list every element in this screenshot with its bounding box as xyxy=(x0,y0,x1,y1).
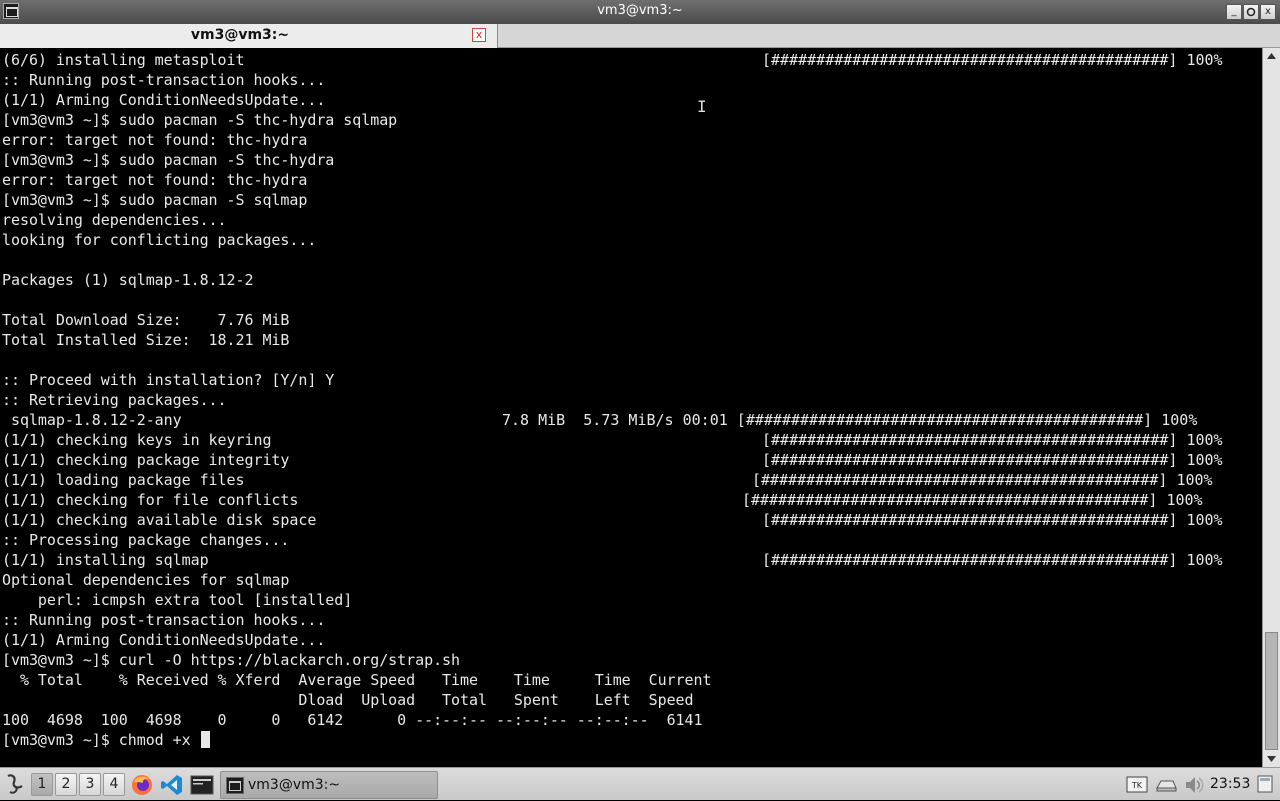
terminal-cursor xyxy=(200,731,210,748)
terminal-line: (1/1) Arming ConditionNeedsUpdate... xyxy=(2,91,326,109)
terminal-line: :: Retrieving packages... xyxy=(2,391,227,409)
terminal-line: (1/1) Arming ConditionNeedsUpdate... xyxy=(2,631,326,649)
terminal-line: Total Installed Size: 18.21 MiB xyxy=(2,331,290,349)
terminal-line: error: target not found: thc-hydra xyxy=(2,171,308,189)
terminal-icon xyxy=(190,775,214,795)
terminal-line: 100 4698 100 4698 0 0 6142 0 --:--:-- --… xyxy=(2,711,703,729)
terminal-line: :: Processing package changes... xyxy=(2,531,290,549)
scroll-up-arrow-icon[interactable] xyxy=(1265,50,1278,62)
terminal-line: Packages (1) sqlmap-1.8.12-2 xyxy=(2,271,254,289)
terminal-line: [vm3@vm3 ~]$ sudo pacman -S sqlmap xyxy=(2,191,308,209)
terminal-line: [vm3@vm3 ~]$ curl -O https://blackarch.o… xyxy=(2,651,461,669)
terminal-launcher[interactable] xyxy=(190,773,214,797)
tab-bar: vm3@vm3:~ x xyxy=(0,24,1280,48)
mouse-ibeam-icon: I xyxy=(697,97,707,116)
tab-label: vm3@vm3:~ xyxy=(190,27,290,43)
terminal-line: (1/1) installing sqlmap xyxy=(2,551,209,569)
terminal-line: (1/1) checking available disk space xyxy=(2,511,317,529)
task-label: vm3@vm3:~ xyxy=(248,777,341,793)
terminal-line: :: Running post-transaction hooks... xyxy=(2,71,326,89)
terminal-line: resolving dependencies... xyxy=(2,211,227,229)
prompt-command-text: [vm3@vm3 ~]$ chmod +x xyxy=(2,731,200,749)
tab-terminal[interactable]: vm3@vm3:~ x xyxy=(0,24,498,48)
clock[interactable]: 23:53 xyxy=(1210,776,1250,792)
progress-bar-text: [#######################################… xyxy=(762,551,1223,569)
terminal-line: :: Proceed with installation? [Y/n] Y xyxy=(2,371,335,389)
terminal-line: error: target not found: thc-hydra xyxy=(2,131,308,149)
terminal-line: :: Running post-transaction hooks... xyxy=(2,611,326,629)
close-window-button[interactable]: x xyxy=(1260,4,1276,20)
terminal-line: (1/1) checking for file conflicts xyxy=(2,491,299,509)
taskbar: 1 2 3 4 vm3@vm3:~ TK 23:53 xyxy=(0,767,1280,800)
minimize-button[interactable]: _ xyxy=(1226,4,1242,20)
progress-bar-text: [#######################################… xyxy=(762,451,1223,469)
terminal-line: Total Download Size: 7.76 MiB xyxy=(2,311,290,329)
volume-icon[interactable] xyxy=(1183,774,1205,796)
progress-bar-text: [#######################################… xyxy=(752,471,1213,489)
terminal-window-icon xyxy=(226,777,244,794)
workspace-1-button[interactable]: 1 xyxy=(31,773,53,796)
taskbar-window-button[interactable]: vm3@vm3:~ xyxy=(220,771,438,799)
terminal-line: (1/1) checking package integrity xyxy=(2,451,290,469)
vscode-icon xyxy=(161,775,182,795)
terminal-line: sqlmap-1.8.12-2-any xyxy=(2,411,182,429)
terminal-line: (1/1) checking keys in keyring xyxy=(2,431,272,449)
scroll-thumb[interactable] xyxy=(1265,632,1278,750)
progress-bar-text: [#######################################… xyxy=(762,431,1223,449)
menu-logo-icon xyxy=(7,774,23,794)
show-desktop-button[interactable] xyxy=(1256,773,1274,795)
network-icon[interactable] xyxy=(1154,774,1178,796)
scroll-down-arrow-icon[interactable] xyxy=(1265,753,1278,765)
terminal-line: [vm3@vm3 ~]$ sudo pacman -S thc-hydra sq… xyxy=(2,111,398,129)
terminal-line: (1/1) loading package files xyxy=(2,471,245,489)
terminal-line: % Total % Received % Xferd Average Speed… xyxy=(2,671,712,689)
terminal-prompt-line[interactable]: [vm3@vm3 ~]$ chmod +x xyxy=(2,730,210,750)
keyboard-layout-icon[interactable]: TK xyxy=(1126,774,1148,796)
show-desktop-icon xyxy=(1257,775,1273,793)
terminal-line: Optional dependencies for sqlmap xyxy=(2,571,290,589)
terminal-line: perl: icmpsh extra tool [installed] xyxy=(2,591,353,609)
terminal-scrollbar[interactable] xyxy=(1262,48,1280,767)
terminal-line: Dload Upload Total Spent Left Speed xyxy=(2,691,694,709)
workspace-4-button[interactable]: 4 xyxy=(103,773,125,796)
terminal-line: [vm3@vm3 ~]$ sudo pacman -S thc-hydra xyxy=(2,151,335,169)
progress-bar-text: [#######################################… xyxy=(762,511,1223,529)
progress-bar-text: [#######################################… xyxy=(742,491,1203,509)
start-menu-button[interactable] xyxy=(4,772,26,796)
workspace-3-button[interactable]: 3 xyxy=(79,773,101,796)
maximize-button[interactable] xyxy=(1243,4,1259,20)
progress-bar-text: [#######################################… xyxy=(762,51,1223,69)
workspace-2-button[interactable]: 2 xyxy=(55,773,77,796)
window-titlebar: vm3@vm3:~ _ x xyxy=(0,0,1280,25)
tab-close-button[interactable]: x xyxy=(472,28,486,42)
firefox-launcher[interactable] xyxy=(130,773,154,797)
terminal-output[interactable]: (6/6) installing metasploit :: Running p… xyxy=(0,48,1262,767)
firefox-icon xyxy=(132,775,152,795)
terminal-line: looking for conflicting packages... xyxy=(2,231,317,249)
maximize-icon xyxy=(1246,7,1256,17)
window-title: vm3@vm3:~ xyxy=(597,3,683,18)
progress-bar-text: 7.8 MiB 5.73 MiB/s 00:01 [##############… xyxy=(502,411,1198,429)
vscode-launcher[interactable] xyxy=(160,773,184,797)
terminal-line: (6/6) installing metasploit xyxy=(2,51,245,69)
svg-text:TK: TK xyxy=(1131,781,1143,790)
